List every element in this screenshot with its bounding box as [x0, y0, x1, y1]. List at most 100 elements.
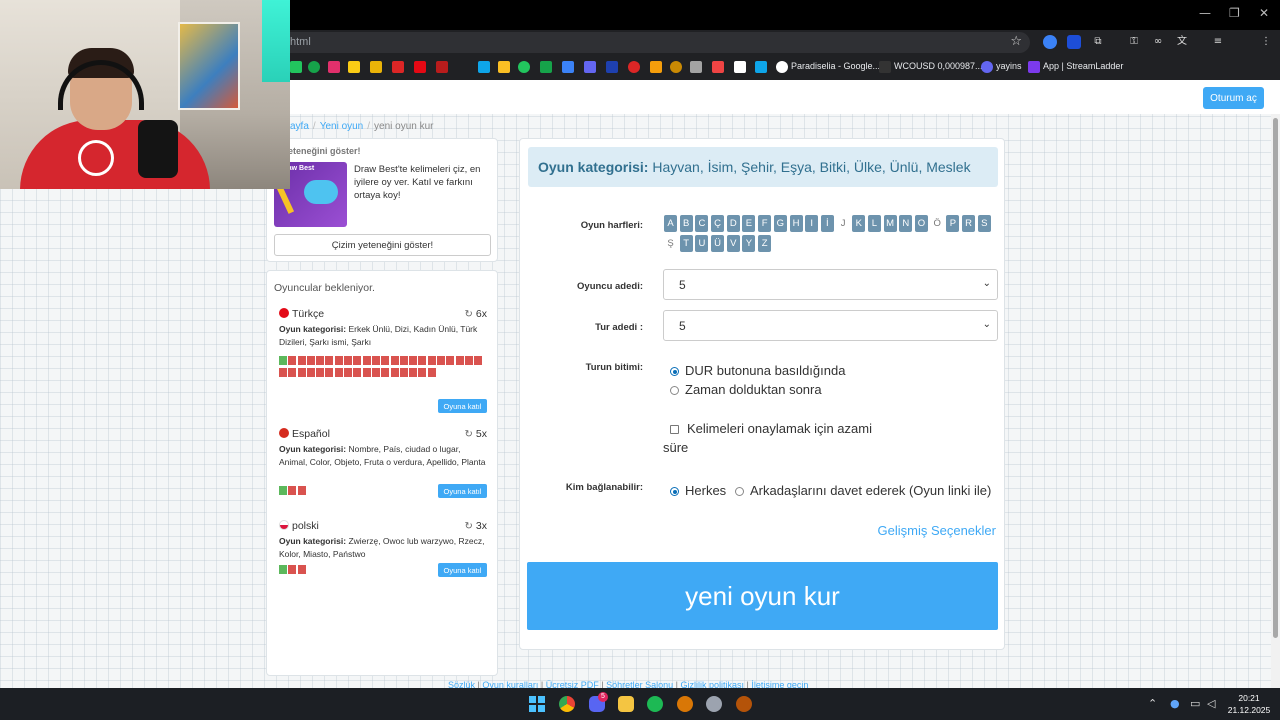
letter-tile[interactable]: G [773, 215, 787, 232]
display-icon[interactable]: ▭ [1190, 697, 1200, 710]
footer-link[interactable]: Gizlilik politikası [680, 680, 744, 688]
bookmark-favicon[interactable] [392, 61, 404, 73]
extensions-puzzle-icon[interactable]: ⧉ [1091, 35, 1105, 49]
letter-tile[interactable]: F [758, 215, 772, 232]
bookmark-favicon[interactable] [498, 61, 510, 73]
letter-tile[interactable]: R [962, 215, 976, 232]
bookmark-favicon[interactable] [562, 61, 574, 73]
bookmark-paradiselia[interactable]: Paradiselia - Google... [791, 61, 880, 71]
letter-tile[interactable]: M [883, 215, 897, 232]
close-window-icon[interactable]: ✕ [1259, 6, 1269, 20]
page-scrollbar[interactable] [1271, 114, 1280, 688]
bookmark-favicon[interactable] [650, 61, 662, 73]
password-key-icon[interactable]: ⚿ [1127, 35, 1141, 49]
scrollbar-thumb[interactable] [1273, 118, 1278, 638]
letter-tile[interactable]: P [946, 215, 960, 232]
spotify-icon[interactable] [647, 696, 663, 712]
reading-list-icon[interactable]: ≡ [1211, 35, 1225, 49]
letter-tile[interactable]: Ü [711, 235, 725, 252]
letter-tile[interactable]: E [742, 215, 756, 232]
footer-link[interactable]: Şöhretler Salonu [606, 680, 673, 688]
radio-button[interactable] [735, 487, 744, 496]
system-clock[interactable]: 20:21 21.12.2025 [1226, 692, 1272, 716]
letter-tile[interactable]: Y [742, 235, 756, 252]
letter-tile[interactable]: I [805, 215, 819, 232]
players-select[interactable]: 5 ⌄ [663, 269, 998, 300]
footer-link[interactable]: İletişime geçin [751, 680, 808, 688]
bookmark-favicon[interactable] [436, 61, 448, 73]
footer-link[interactable]: Sözlük [448, 680, 475, 688]
bookmark-favicon[interactable] [290, 61, 302, 73]
who-option-everyone[interactable]: Herkes [670, 483, 726, 498]
letter-tile[interactable]: T [679, 235, 693, 252]
radio-button[interactable] [670, 487, 679, 496]
footer-link[interactable]: Oyun kuralları [482, 680, 538, 688]
footer-link[interactable]: Ücretsiz PDF [546, 680, 599, 688]
show-drawing-skill-button[interactable]: Çizim yeteneğini göster! [274, 234, 491, 256]
radio-button[interactable] [670, 367, 679, 376]
link-icon[interactable]: ∞ [1151, 35, 1165, 49]
who-option-invite[interactable]: Arkadaşlarını davet ederek (Oyun linki i… [735, 483, 991, 498]
bookmark-streamladder[interactable]: App | StreamLadder [1043, 61, 1123, 71]
google-icon[interactable] [776, 61, 788, 73]
join-game-button[interactable]: Oyuna katıl [438, 399, 487, 413]
letter-tile[interactable]: J [837, 215, 850, 232]
app-icon[interactable] [677, 696, 693, 712]
chrome-icon[interactable] [559, 696, 575, 712]
letter-tile[interactable]: Ç [711, 215, 725, 232]
bookmark-favicon[interactable] [981, 61, 993, 73]
max-time-checkbox[interactable] [670, 425, 679, 434]
letter-tile[interactable]: A [664, 215, 677, 232]
max-time-checkbox-row[interactable]: Kelimeleri onaylamak için azami [670, 421, 872, 436]
letter-tile[interactable]: İ [820, 215, 834, 232]
round-end-option-stop[interactable]: DUR butonuna basıldığında [670, 363, 845, 378]
volume-icon[interactable]: ◁ [1207, 697, 1215, 710]
create-game-button[interactable]: yeni oyun kur [527, 562, 998, 630]
address-bar[interactable]: html ☆ [280, 32, 1030, 53]
rounds-select[interactable]: 5 ⌄ [663, 310, 998, 341]
windows-start-icon[interactable] [529, 696, 545, 712]
maps-icon[interactable] [518, 61, 530, 73]
bookmark-favicon[interactable] [370, 61, 382, 73]
extension-icon[interactable] [1067, 35, 1081, 49]
letter-tile[interactable]: D [726, 215, 740, 232]
instagram-icon[interactable] [328, 61, 340, 73]
login-button[interactable]: Oturum aç [1203, 87, 1264, 109]
translate-icon[interactable]: 文 [1175, 35, 1189, 49]
app-icon[interactable] [736, 696, 752, 712]
bookmark-star-icon[interactable]: ☆ [1010, 34, 1022, 49]
letter-tile[interactable]: Ş [664, 235, 677, 252]
letter-tile[interactable]: K [852, 215, 866, 232]
letter-tile[interactable]: C [695, 215, 709, 232]
minimize-icon[interactable]: — [1199, 6, 1211, 20]
tray-chevron-icon[interactable]: ⌃ [1148, 697, 1157, 710]
letter-tile[interactable]: S [977, 215, 991, 232]
amazon-icon[interactable] [734, 61, 746, 73]
join-game-button[interactable]: Oyuna katıl [438, 484, 487, 498]
bookmark-yayins[interactable]: yayins [996, 61, 1022, 71]
bookmark-favicon[interactable] [584, 61, 596, 73]
letter-tile[interactable]: B [679, 215, 693, 232]
bookmark-favicon[interactable] [712, 61, 724, 73]
round-end-option-timeout[interactable]: Zaman dolduktan sonra [670, 382, 822, 397]
extension-icon[interactable] [1043, 35, 1057, 49]
letter-tile[interactable]: Z [758, 235, 772, 252]
microphone-icon[interactable]: ● [1170, 697, 1180, 710]
bookmark-favicon[interactable] [879, 61, 891, 73]
bookmark-favicon[interactable] [628, 61, 640, 73]
maximize-icon[interactable]: ❐ [1229, 6, 1240, 20]
category-header[interactable]: Oyun kategorisi: Hayvan, İsim, Şehir, Eş… [528, 147, 998, 187]
letter-tile[interactable]: U [695, 235, 709, 252]
letter-tile[interactable]: O [915, 215, 928, 232]
bookmark-favicon[interactable] [308, 61, 320, 73]
streamladder-icon[interactable] [1028, 61, 1040, 73]
menu-dots-icon[interactable]: ⋮ [1259, 35, 1273, 49]
breadcrumb-new-game[interactable]: Yeni oyun [320, 121, 364, 132]
bookmark-favicon[interactable] [478, 61, 490, 73]
bookmark-wcousd[interactable]: WCOUSD 0,000987... [894, 61, 983, 71]
bookmark-favicon[interactable] [755, 61, 767, 73]
file-explorer-icon[interactable] [618, 696, 634, 712]
bookmark-favicon[interactable] [348, 61, 360, 73]
discord-icon[interactable]: 5 [589, 692, 608, 712]
advanced-options-link[interactable]: Gelişmiş Seçenekler [878, 523, 997, 538]
